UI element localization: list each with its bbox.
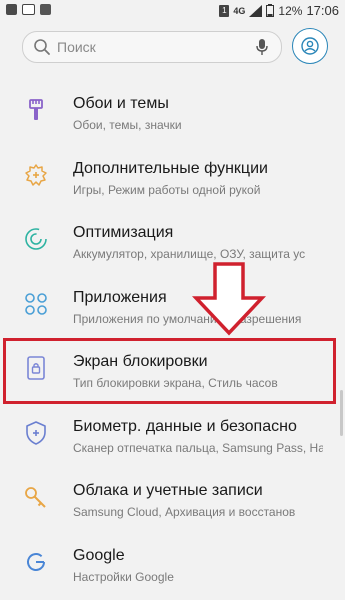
settings-item-apps[interactable]: Приложения Приложения по умолчанию, Разр… bbox=[0, 272, 345, 337]
sim-icon: 1 bbox=[219, 4, 230, 17]
clock: 17:06 bbox=[306, 3, 339, 18]
search-icon bbox=[34, 39, 50, 55]
optimization-icon bbox=[25, 228, 47, 250]
settings-item-title: Обои и темы bbox=[73, 95, 169, 112]
highlight-box-annotation bbox=[3, 338, 336, 404]
settings-item-subtitle: Samsung Cloud, Архивация и восстанов bbox=[73, 505, 296, 519]
down-arrow-annotation bbox=[192, 262, 266, 336]
settings-item-title: Google bbox=[73, 546, 125, 564]
settings-item-title: Оптимизация bbox=[73, 224, 174, 241]
signal-icon bbox=[249, 4, 263, 17]
paint-brush-icon bbox=[29, 99, 43, 120]
key-icon bbox=[25, 487, 46, 508]
settings-item-optimization[interactable]: Оптимизация Аккумулятор, хранилище, ОЗУ,… bbox=[0, 207, 345, 272]
settings-item-subtitle: Аккумулятор, хранилище, ОЗУ, защита ус bbox=[73, 247, 306, 261]
settings-item-title: Биометр. данные и безопасно bbox=[73, 417, 297, 435]
search-placeholder: Поиск bbox=[57, 39, 96, 55]
settings-item-advanced-features[interactable]: Дополнительные функции Игры, Режим работ… bbox=[0, 143, 345, 208]
status-bar: 1 4G 12% 17:06 bbox=[0, 0, 345, 22]
settings-item-google[interactable]: Google Настройки Google bbox=[0, 530, 345, 595]
network-type: 4G bbox=[233, 5, 246, 16]
scrollbar[interactable] bbox=[340, 390, 343, 436]
settings-item-biometrics[interactable]: Биометр. данные и безопасно Сканер отпеч… bbox=[0, 401, 345, 466]
gallery-notification-icon bbox=[6, 4, 17, 15]
settings-item-title: Дополнительные функции bbox=[73, 159, 268, 177]
settings-list: Обои и темы Обои, темы, значки Дополните… bbox=[0, 78, 345, 594]
settings-item-subtitle: Сканер отпечатка пальца, Samsung Pass, Н… bbox=[73, 440, 323, 455]
account-button[interactable] bbox=[292, 28, 328, 64]
google-icon bbox=[27, 552, 45, 571]
shield-icon bbox=[26, 420, 46, 445]
mail-notification-icon bbox=[22, 4, 35, 15]
apps-grid-icon bbox=[25, 292, 47, 315]
settings-item-subtitle: Настройки Google bbox=[73, 569, 174, 584]
gear-plus-icon bbox=[25, 163, 47, 186]
battery-icon bbox=[266, 4, 275, 17]
settings-item-wallpapers[interactable]: Обои и темы Обои, темы, значки bbox=[0, 78, 345, 143]
battery-percent: 12% bbox=[278, 3, 303, 18]
settings-item-cloud-accounts[interactable]: Облака и учетные записи Samsung Cloud, А… bbox=[0, 465, 345, 530]
settings-item-title: Облака и учетные записи bbox=[73, 482, 263, 499]
search-input[interactable]: Поиск bbox=[22, 31, 282, 63]
settings-item-subtitle: Обои, темы, значки bbox=[73, 118, 182, 132]
settings-item-subtitle: Игры, Режим работы одной рукой bbox=[73, 182, 261, 197]
image-notification-icon bbox=[40, 4, 51, 15]
account-icon bbox=[301, 37, 319, 55]
search-row: Поиск bbox=[0, 22, 345, 70]
microphone-icon[interactable] bbox=[255, 38, 269, 56]
